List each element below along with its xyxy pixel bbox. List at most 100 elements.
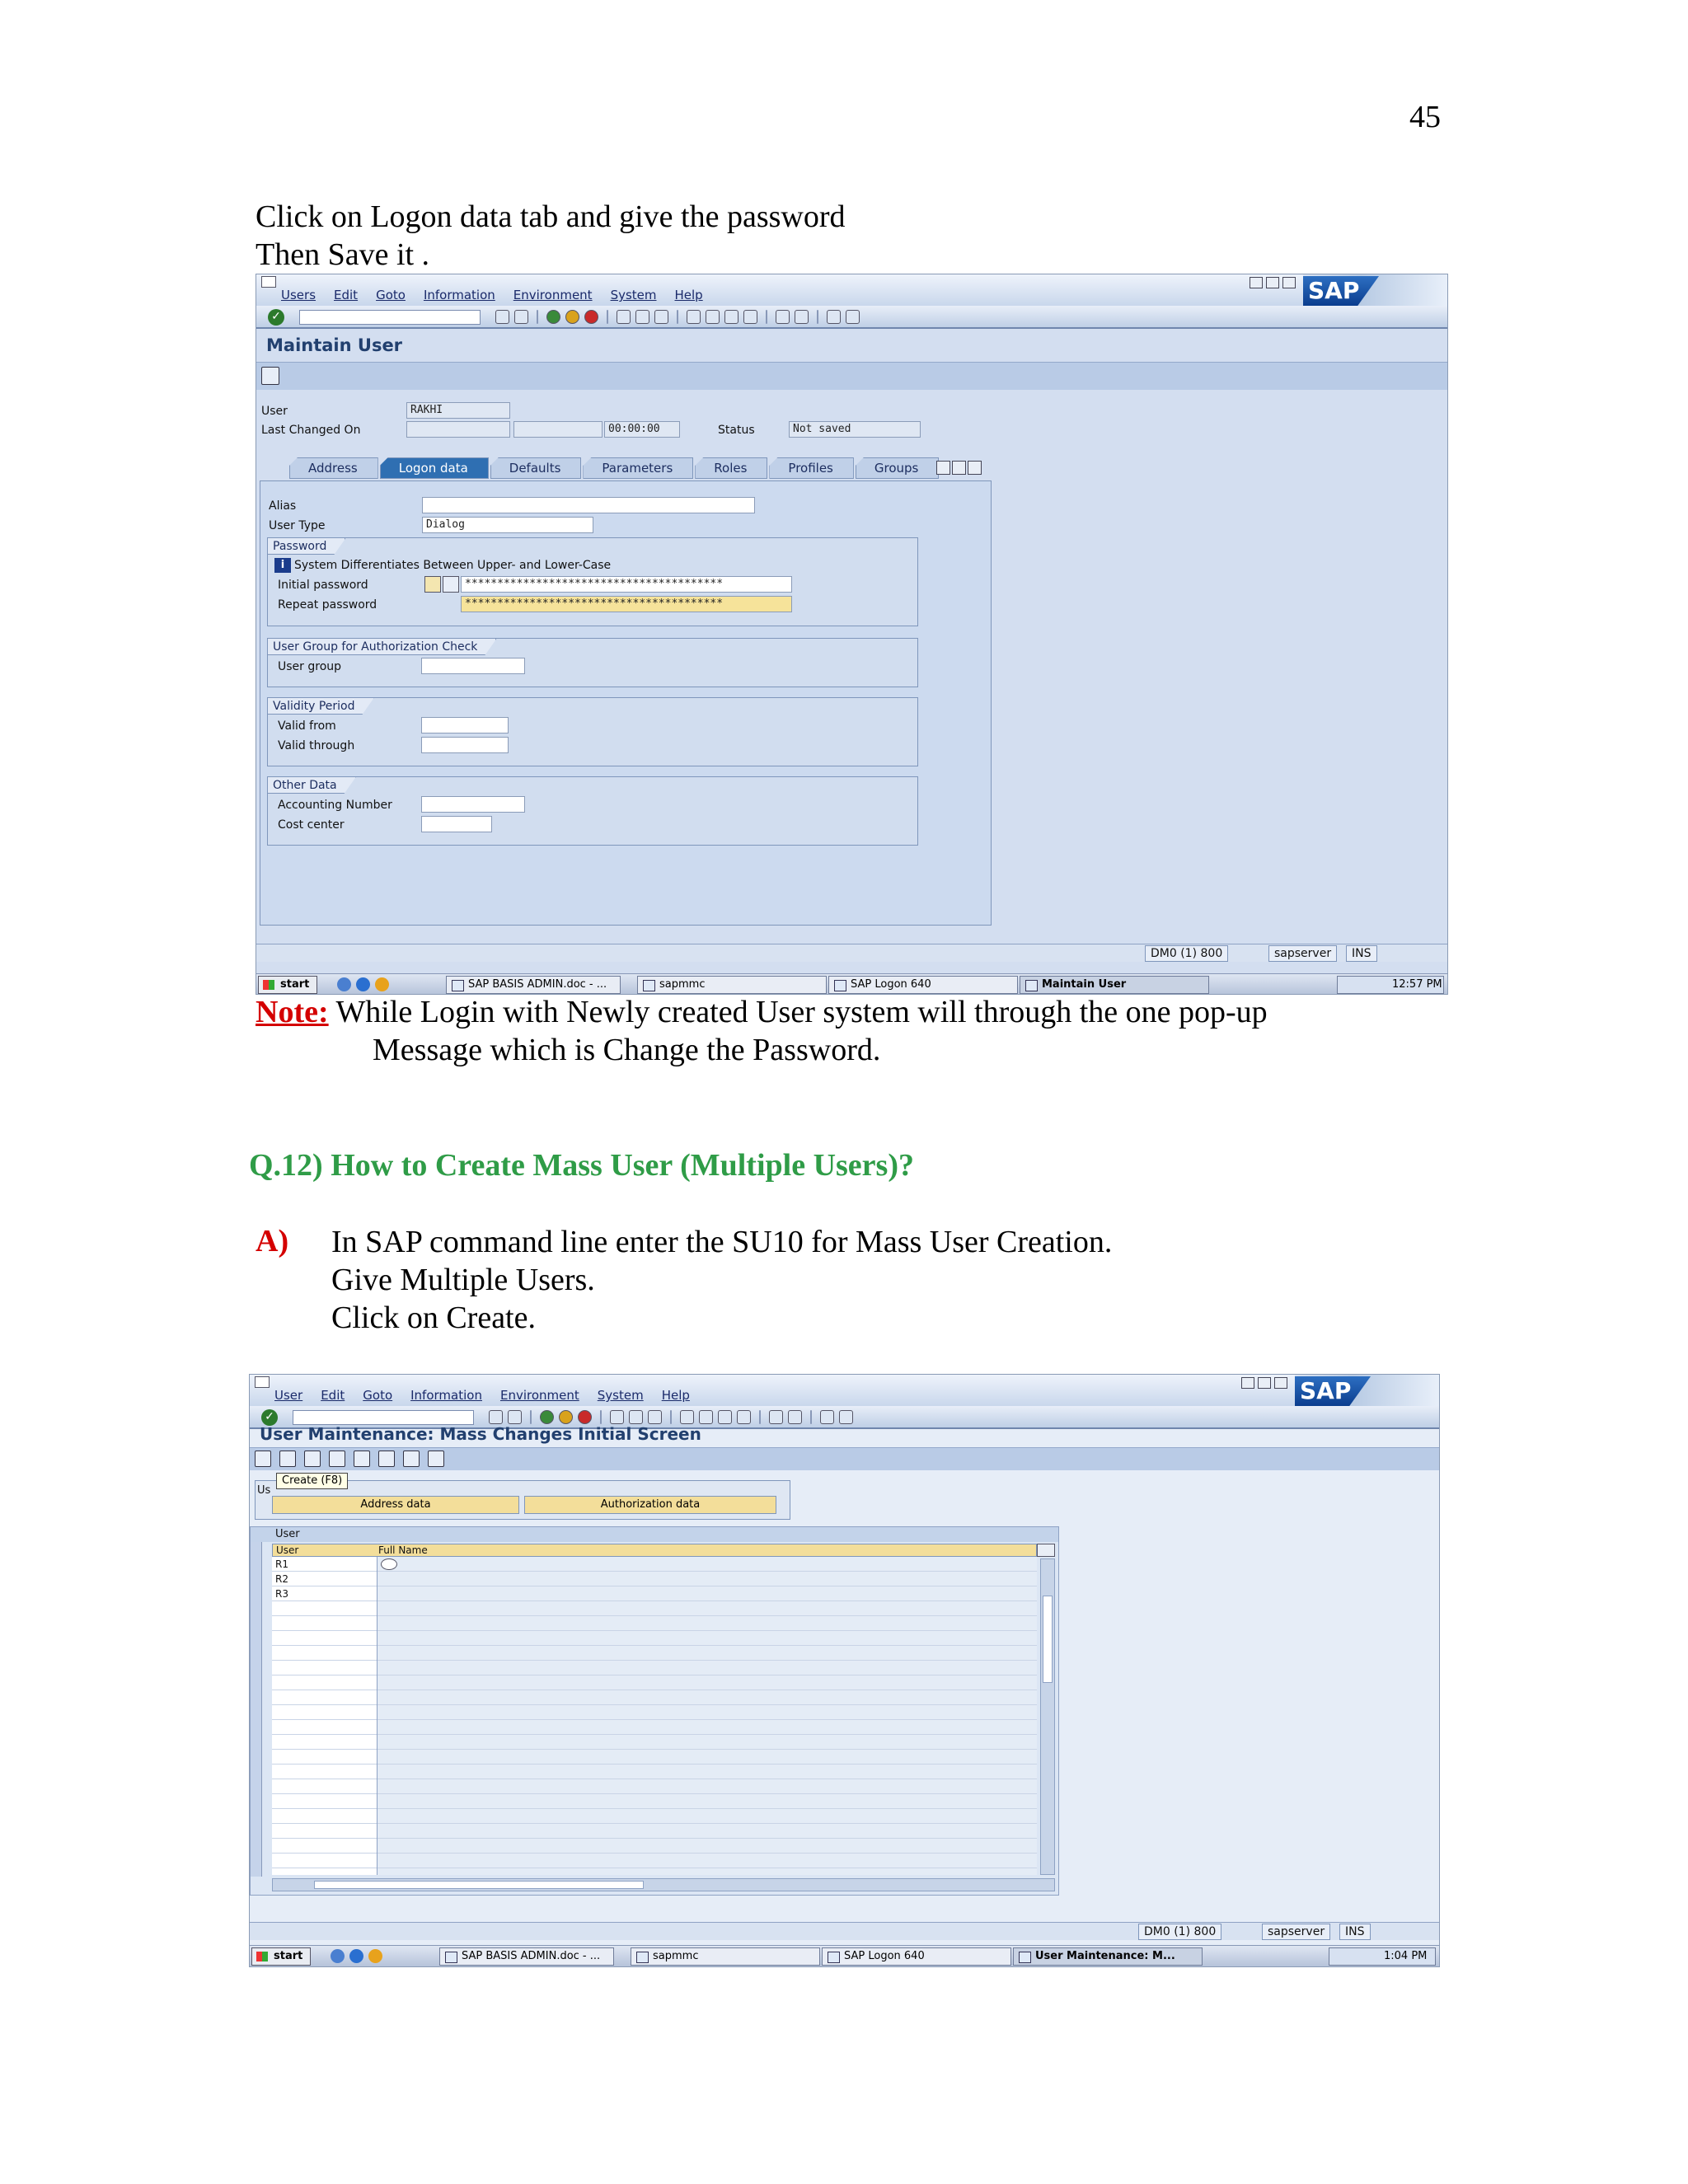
- desktop-icon-2[interactable]: [331, 1949, 345, 1963]
- horizontal-scroll-thumb[interactable]: [314, 1881, 644, 1889]
- media-icon[interactable]: [375, 977, 389, 991]
- menu-help-2[interactable]: Help: [662, 1388, 690, 1403]
- task-sapmmc[interactable]: sapmmc: [637, 976, 827, 994]
- menu-edit[interactable]: Edit: [334, 288, 358, 302]
- desktop-icon[interactable]: [337, 977, 351, 991]
- enter-check-icon-2[interactable]: ✓: [261, 1409, 278, 1426]
- user-type-select[interactable]: Dialog: [422, 517, 593, 533]
- cancel-icon-2[interactable]: [578, 1410, 592, 1424]
- other-icon[interactable]: [428, 1451, 444, 1467]
- col-user-header[interactable]: User: [276, 1544, 298, 1556]
- window-menu-icon-2[interactable]: [255, 1376, 270, 1388]
- repeat-password-field[interactable]: ****************************************: [461, 596, 792, 612]
- user-group-field[interactable]: [421, 658, 525, 674]
- back-icon[interactable]: [546, 310, 560, 324]
- media-icon-2[interactable]: [368, 1949, 382, 1963]
- new-session-icon-2[interactable]: [769, 1410, 783, 1424]
- menu-environment[interactable]: Environment: [513, 288, 593, 302]
- cost-center-field[interactable]: [421, 816, 492, 832]
- back-arrow-icon-2[interactable]: [489, 1410, 503, 1424]
- back-icon-2[interactable]: [540, 1410, 554, 1424]
- valid-through-field[interactable]: [421, 737, 509, 753]
- authorization-data-button[interactable]: Authorization data: [524, 1496, 776, 1514]
- vertical-scroll-thumb[interactable]: [1043, 1596, 1053, 1683]
- find-next-icon[interactable]: [654, 310, 668, 324]
- task-sap-logon[interactable]: SAP Logon 640: [828, 976, 1018, 994]
- enter-check-icon[interactable]: ✓: [268, 309, 284, 326]
- menu-edit-2[interactable]: Edit: [321, 1388, 345, 1403]
- tab-parameters[interactable]: Parameters: [583, 457, 694, 479]
- cancel-icon[interactable]: [584, 310, 598, 324]
- tab-defaults[interactable]: Defaults: [490, 457, 582, 479]
- ie-icon[interactable]: [356, 977, 370, 991]
- change-icon[interactable]: [279, 1451, 296, 1467]
- display-icon[interactable]: [378, 1451, 395, 1467]
- task-sap-logon-2[interactable]: SAP Logon 640: [822, 1947, 1011, 1966]
- find-next-icon-2[interactable]: [648, 1410, 662, 1424]
- new-session-icon[interactable]: [776, 310, 790, 324]
- task-word-doc-2[interactable]: SAP BASIS ADMIN.doc - ...: [439, 1947, 614, 1966]
- menu-system-2[interactable]: System: [598, 1388, 644, 1403]
- tab-profiles[interactable]: Profiles: [769, 457, 854, 479]
- row-user-r3[interactable]: R3: [275, 1588, 288, 1600]
- user-column-cells[interactable]: [272, 1557, 377, 1875]
- row-user-r2[interactable]: R2: [275, 1573, 288, 1585]
- close-icon[interactable]: [1282, 277, 1296, 288]
- layout-menu-icon-2[interactable]: [839, 1410, 853, 1424]
- fullname-column-cells[interactable]: [377, 1557, 1037, 1875]
- menu-information-2[interactable]: Information: [410, 1388, 482, 1403]
- menu-system[interactable]: System: [611, 288, 657, 302]
- menu-information[interactable]: Information: [424, 288, 495, 302]
- display-change-icon[interactable]: [261, 367, 279, 385]
- save-icon[interactable]: [514, 310, 528, 324]
- maximize-icon-2[interactable]: [1258, 1377, 1271, 1389]
- task-word-doc[interactable]: SAP BASIS ADMIN.doc - ...: [446, 976, 621, 994]
- transport-icon[interactable]: [403, 1451, 420, 1467]
- tab-address[interactable]: Address: [289, 457, 378, 479]
- unlock-icon[interactable]: [354, 1451, 370, 1467]
- row-selector-column[interactable]: [251, 1542, 262, 1877]
- vertical-scrollbar[interactable]: [1040, 1558, 1055, 1875]
- maximize-icon[interactable]: [1266, 277, 1279, 288]
- layout-menu-icon[interactable]: [846, 310, 860, 324]
- initial-password-field[interactable]: ****************************************: [461, 576, 792, 593]
- next-page-icon-2[interactable]: [718, 1410, 732, 1424]
- save-icon-2[interactable]: [508, 1410, 522, 1424]
- help-icon[interactable]: [827, 310, 841, 324]
- back-arrow-icon[interactable]: [495, 310, 509, 324]
- menu-help[interactable]: Help: [675, 288, 703, 302]
- tab-scroll-right-icon[interactable]: [952, 461, 966, 475]
- delete-icon[interactable]: [304, 1451, 321, 1467]
- alias-field[interactable]: [422, 497, 755, 513]
- valid-from-field[interactable]: [421, 717, 509, 733]
- wizard-icon[interactable]: [443, 576, 459, 593]
- exit-icon-2[interactable]: [559, 1410, 573, 1424]
- last-page-icon-2[interactable]: [737, 1410, 751, 1424]
- print-icon[interactable]: [617, 310, 631, 324]
- search-help-icon[interactable]: [381, 1558, 397, 1570]
- menu-environment-2[interactable]: Environment: [500, 1388, 579, 1403]
- lock-icon[interactable]: [329, 1451, 345, 1467]
- shortcut-icon[interactable]: [795, 310, 809, 324]
- task-maintain-user[interactable]: Maintain User: [1020, 976, 1209, 994]
- task-user-maintenance[interactable]: User Maintenance: M...: [1013, 1947, 1203, 1966]
- next-page-icon[interactable]: [724, 310, 738, 324]
- generate-password-icon[interactable]: [424, 576, 441, 593]
- menu-user[interactable]: User: [274, 1388, 302, 1403]
- close-icon-2[interactable]: [1274, 1377, 1287, 1389]
- print-icon-2[interactable]: [610, 1410, 624, 1424]
- row-user-r1[interactable]: R1: [275, 1558, 288, 1570]
- tab-roles[interactable]: Roles: [695, 457, 768, 479]
- address-data-button[interactable]: Address data: [272, 1496, 519, 1514]
- start-button-2[interactable]: start: [251, 1947, 311, 1966]
- create-icon[interactable]: [255, 1451, 271, 1467]
- tab-scroll-left-icon[interactable]: [936, 461, 950, 475]
- first-page-icon[interactable]: [687, 310, 701, 324]
- minimize-icon-2[interactable]: [1241, 1377, 1254, 1389]
- menu-users[interactable]: Users: [281, 288, 316, 302]
- table-settings-icon[interactable]: [1037, 1544, 1055, 1557]
- exit-icon[interactable]: [565, 310, 579, 324]
- tab-groups[interactable]: Groups: [855, 457, 940, 479]
- horizontal-scrollbar[interactable]: [272, 1878, 1055, 1891]
- previous-page-icon[interactable]: [706, 310, 720, 324]
